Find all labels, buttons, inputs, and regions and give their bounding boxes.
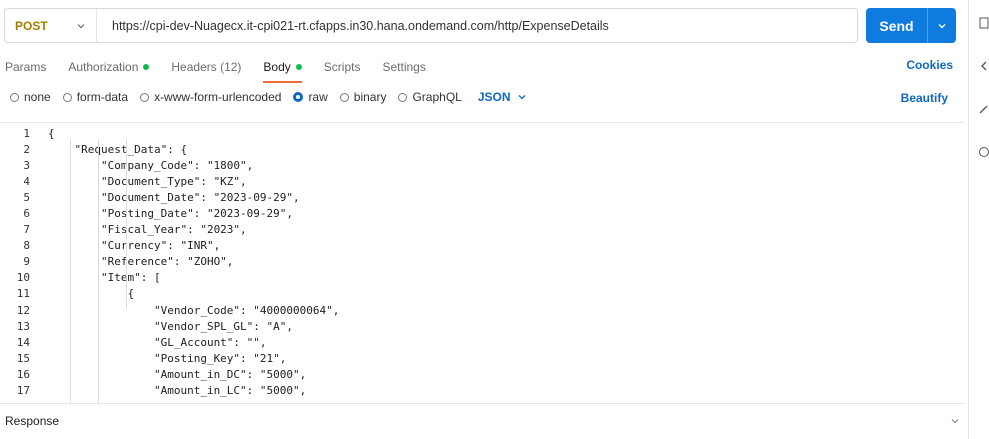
option-urlencoded[interactable]: x-www-form-urlencoded	[140, 90, 281, 104]
code-text: {	[48, 126, 55, 140]
line-number: 16	[16, 367, 30, 381]
tab-settings[interactable]: Settings	[382, 58, 425, 76]
code-text: "Currency": "INR",	[48, 239, 221, 253]
code-line: 2 "Request_Data": {	[0, 141, 964, 157]
code-line: 1{	[0, 125, 964, 141]
code-line: 7 "Fiscal_Year": "2023",	[0, 222, 964, 238]
code-line: 4 "Document_Type": "KZ",	[0, 173, 964, 189]
code-text: {	[48, 287, 135, 301]
code-line: 9 "Reference": "ZOHO",	[0, 254, 964, 270]
line-number: 14	[16, 335, 30, 349]
beautify-button[interactable]: Beautify	[901, 91, 948, 105]
send-label: Send	[866, 8, 928, 43]
line-number: 15	[16, 351, 30, 365]
tab-body[interactable]: Body	[263, 58, 303, 83]
code-line: 6 "Posting_Date": "2023-09-29",	[0, 205, 964, 221]
option-binary[interactable]: binary	[339, 90, 386, 104]
code-line: 3 "Company_Code": "1800",	[0, 157, 964, 173]
panel-divider	[968, 0, 969, 439]
chevron-down-icon	[518, 95, 525, 100]
indent-guide	[98, 139, 99, 403]
format-select[interactable]: JSON	[478, 90, 527, 104]
line-number: 8	[23, 239, 30, 253]
option-graphql[interactable]: GraphQL	[398, 90, 462, 104]
chevron-down-icon	[77, 23, 85, 28]
radio[interactable]	[10, 92, 19, 102]
code-text: "Company_Code": "1800",	[48, 158, 254, 172]
send-dropdown[interactable]	[928, 8, 956, 43]
radio[interactable]	[140, 92, 150, 102]
url-input[interactable]: https://cpi-dev-Nuagecx.it-cpi021-rt.cfa…	[97, 19, 609, 33]
tab-params[interactable]: Params	[5, 58, 46, 76]
option-raw[interactable]: raw	[293, 90, 328, 104]
radio-selected[interactable]	[293, 92, 304, 102]
code-text: "Request_Data": {	[48, 142, 188, 156]
line-number: 9	[23, 255, 30, 269]
option-form-data[interactable]: form-data	[62, 90, 128, 104]
method-select[interactable]: POST	[5, 9, 97, 42]
edit-icon[interactable]	[978, 103, 989, 115]
code-text: "Amount_in_LC": "5000",	[48, 384, 307, 398]
cookies-link[interactable]: Cookies	[906, 58, 953, 72]
line-number: 7	[23, 223, 30, 237]
line-number: 3	[23, 158, 30, 172]
code-text: "Amount_in_DC": "5000",	[48, 367, 307, 381]
status-dot	[295, 64, 302, 70]
code-text: "Document_Date": "2023-09-29",	[48, 190, 300, 204]
line-number: 5	[23, 190, 30, 204]
radio[interactable]	[339, 92, 349, 102]
code-text: "Document_Type": "KZ",	[48, 174, 247, 188]
response-header[interactable]: Response	[5, 414, 59, 428]
code-text: "Vendor_Code": "4000000064",	[48, 303, 340, 317]
code-line: 15 "Posting_Key": "21",	[0, 350, 964, 366]
code-line: 14 "GL_Account": "",	[0, 334, 964, 350]
code-text: "GL_Account": "",	[48, 335, 267, 349]
chevron-down-icon[interactable]	[950, 416, 960, 426]
radio[interactable]	[398, 92, 408, 102]
request-tabs: Params Authorization Headers (12) Body S…	[5, 58, 448, 83]
code-line: 10 "Item": [	[0, 270, 964, 286]
info-icon[interactable]	[978, 146, 989, 158]
indent-guide	[70, 139, 71, 403]
line-number: 2	[23, 142, 30, 156]
option-none[interactable]: none	[10, 90, 51, 104]
tab-scripts[interactable]: Scripts	[324, 58, 361, 76]
code-line: 11 {	[0, 286, 964, 302]
chevron-left-icon[interactable]	[978, 60, 989, 72]
code-text: "Item": [	[48, 271, 161, 285]
line-number: 6	[23, 207, 30, 221]
code-text: "Posting_Date": "2023-09-29",	[48, 207, 294, 221]
line-number: 10	[16, 271, 30, 285]
line-number: 4	[23, 174, 30, 188]
line-number: 1	[23, 126, 30, 140]
line-number: 13	[16, 319, 30, 333]
code-text: "Reference": "ZOHO",	[48, 255, 234, 269]
document-icon[interactable]	[978, 17, 989, 29]
code-line: 16 "Amount_in_DC": "5000",	[0, 366, 964, 382]
code-text: "Posting_Key": "21",	[48, 351, 287, 365]
code-line: 12 "Vendor_Code": "4000000064",	[0, 302, 964, 318]
code-text: "Fiscal_Year": "2023",	[48, 223, 247, 237]
method-label: POST	[15, 18, 48, 33]
code-line: 5 "Document_Date": "2023-09-29",	[0, 189, 964, 205]
chevron-down-icon	[938, 23, 946, 28]
code-editor[interactable]: 1{2 "Request_Data": {3 "Company_Code": "…	[0, 122, 964, 404]
line-number: 17	[16, 384, 30, 398]
code-line: 8 "Currency": "INR",	[0, 238, 964, 254]
radio[interactable]	[62, 92, 72, 102]
body-type-options: none form-data x-www-form-urlencoded raw…	[10, 90, 527, 104]
status-dot	[143, 64, 150, 70]
line-number: 12	[16, 303, 30, 317]
send-button[interactable]: Send	[866, 8, 956, 43]
code-text: "Vendor_SPL_GL": "A",	[48, 319, 294, 333]
code-line: 17 "Amount_in_LC": "5000",	[0, 383, 964, 399]
code-line: 13 "Vendor_SPL_GL": "A",	[0, 318, 964, 334]
request-url-bar: POST https://cpi-dev-Nuagecx.it-cpi021-r…	[4, 8, 858, 43]
indent-guide	[126, 139, 127, 309]
tab-authorization[interactable]: Authorization	[68, 58, 150, 76]
tab-headers[interactable]: Headers (12)	[171, 58, 241, 76]
line-number: 11	[16, 287, 30, 301]
